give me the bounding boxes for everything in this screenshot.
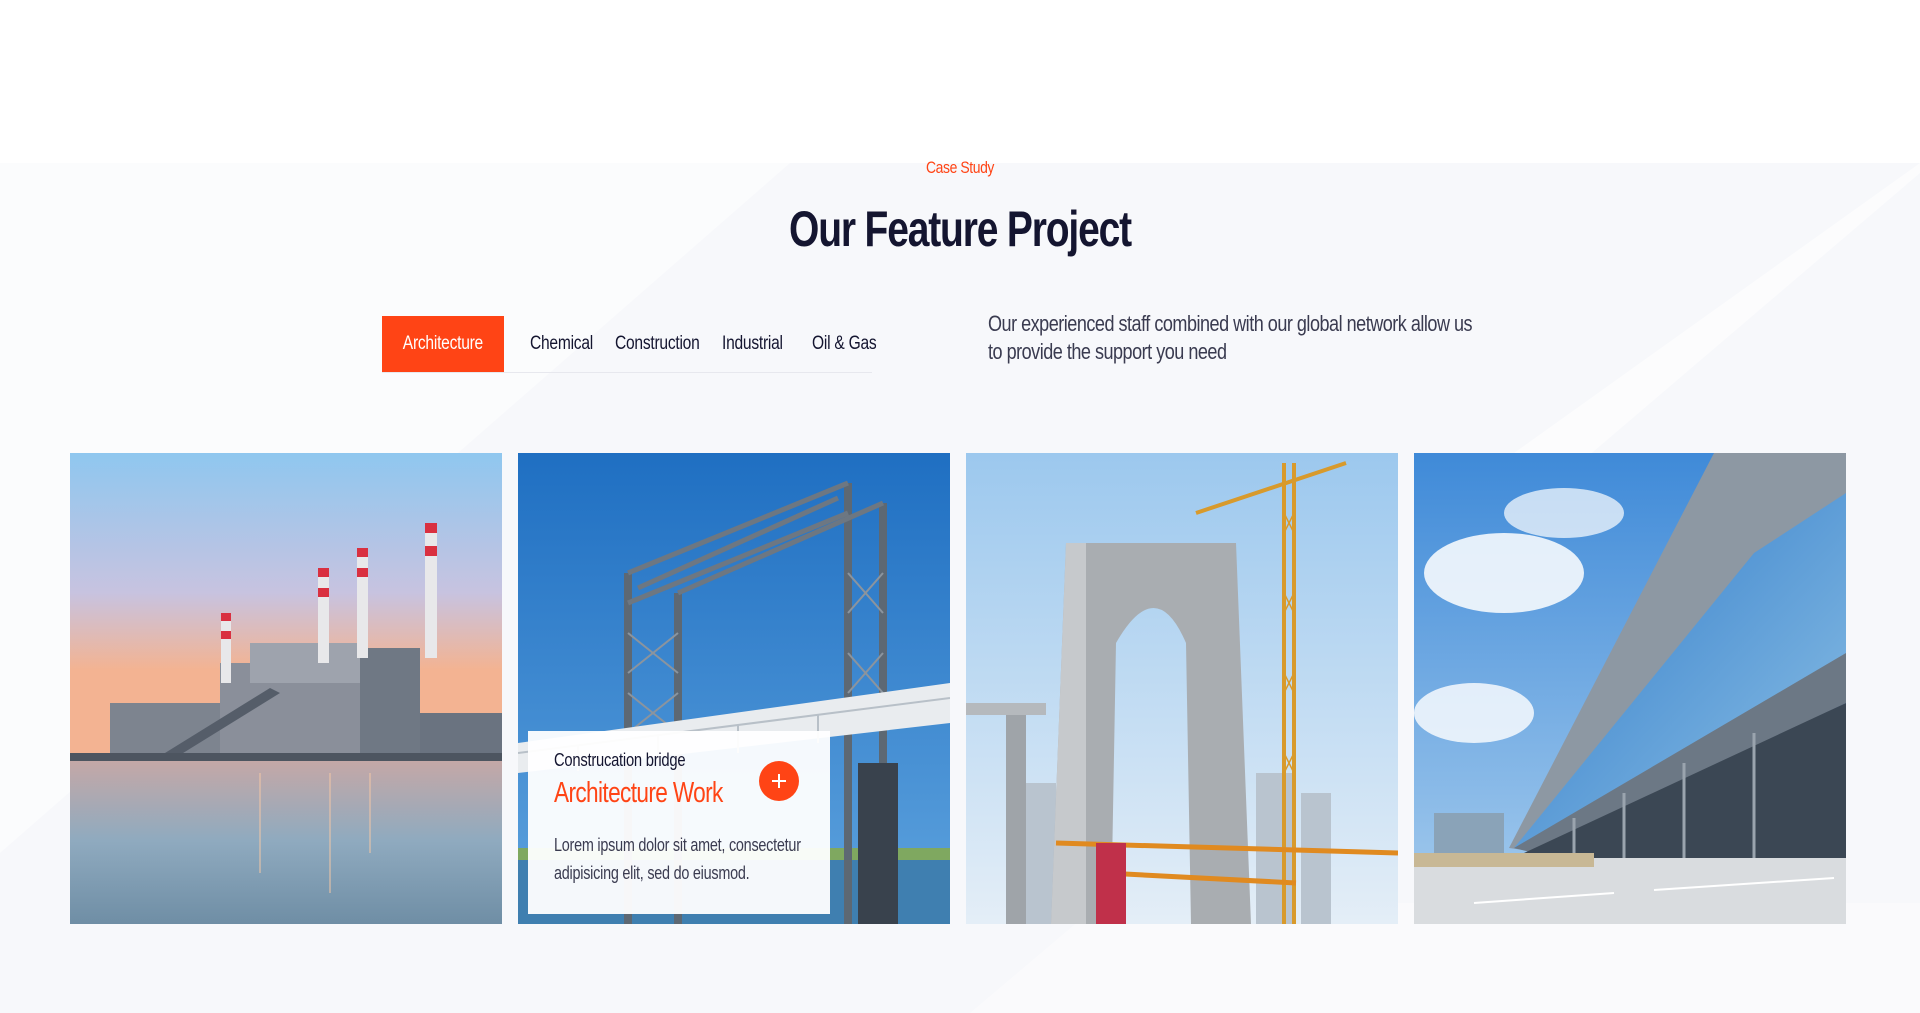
tab-oil-gas[interactable]: Oil & Gas xyxy=(812,316,891,372)
bridge-tower-image xyxy=(966,453,1398,924)
section-description: Our experienced staff combined with our … xyxy=(988,311,1473,364)
section-eyebrow: Case Study xyxy=(926,158,994,177)
project-title[interactable]: Architecture Work xyxy=(554,777,723,810)
project-card-power-plant[interactable] xyxy=(70,453,502,924)
power-plant-image xyxy=(70,453,502,924)
tab-architecture[interactable]: Architecture xyxy=(382,316,504,372)
tab-construction[interactable]: Construction xyxy=(615,316,718,372)
tab-industrial[interactable]: Industrial xyxy=(722,316,796,372)
tab-chemical[interactable]: Chemical xyxy=(530,316,607,372)
project-subtitle: Construcation bridge xyxy=(554,750,686,770)
project-hover-info: Construcation bridge Architecture Work L… xyxy=(528,731,830,914)
project-text: Lorem ipsum dolor sit amet, consectetur … xyxy=(554,835,801,883)
plus-icon[interactable] xyxy=(759,761,799,801)
section-title: Our Feature Project xyxy=(789,201,1132,257)
glass-building-image xyxy=(1414,453,1846,924)
project-card-bridge-tower[interactable] xyxy=(966,453,1398,924)
project-card-glass-building[interactable] xyxy=(1414,453,1846,924)
project-filter-tabs: Architecture Chemical Construction Indus… xyxy=(382,316,877,373)
